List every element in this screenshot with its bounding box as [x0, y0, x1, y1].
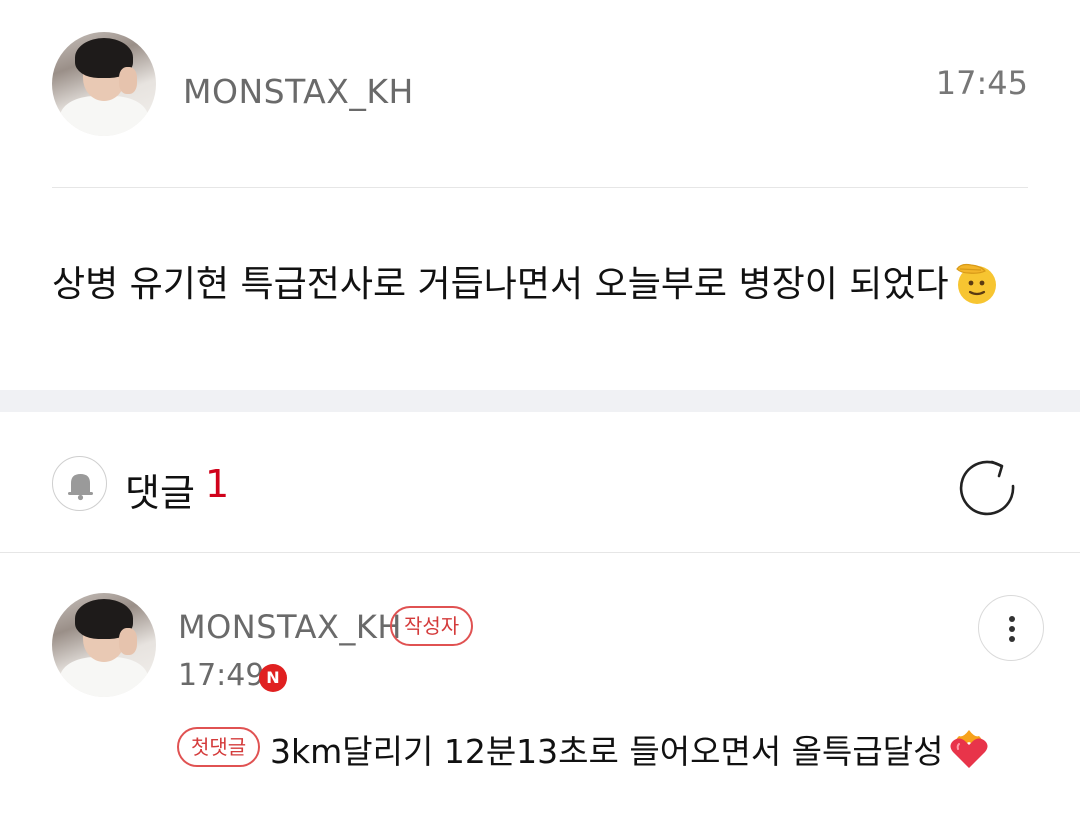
section-separator: [0, 390, 1080, 412]
comment-body-text: 3km달리기 12분13초로 들어오면서 올특급달성: [270, 732, 944, 771]
comment-author-name[interactable]: MONSTAX_KH: [178, 608, 402, 646]
comments-count: 1: [205, 462, 230, 506]
author-badge: 작성자: [390, 606, 474, 646]
post-author-avatar[interactable]: [52, 32, 156, 136]
first-comment-badge: 첫댓글: [177, 727, 261, 767]
post-timestamp: 17:45: [935, 64, 1028, 102]
refresh-button[interactable]: [956, 452, 1022, 518]
more-vertical-icon: [1009, 616, 1015, 642]
comment-author-avatar[interactable]: [52, 593, 156, 697]
new-badge: N: [259, 664, 287, 692]
comment-more-button[interactable]: [978, 595, 1044, 661]
comments-divider: [0, 552, 1080, 553]
refresh-icon: [959, 460, 1015, 516]
heart-on-fire-icon: [945, 726, 993, 774]
saluting-face-icon: [951, 257, 1001, 307]
post-body-text: 상병 유기현 특급전사로 거듭나면서 오늘부로 병장이 되었다: [52, 264, 949, 305]
notification-bell-button[interactable]: [52, 456, 107, 511]
header-divider: [52, 187, 1028, 188]
comment-timestamp: 17:49: [178, 658, 265, 693]
comment-body: 3km달리기 12분13초로 들어오면서 올특급달성: [270, 725, 993, 778]
bell-icon: [68, 474, 93, 501]
post-author-name[interactable]: MONSTAX_KH: [183, 72, 414, 111]
post-body: 상병 유기현 특급전사로 거듭나면서 오늘부로 병장이 되었다: [52, 255, 1001, 311]
comments-heading: 댓글: [125, 471, 195, 515]
